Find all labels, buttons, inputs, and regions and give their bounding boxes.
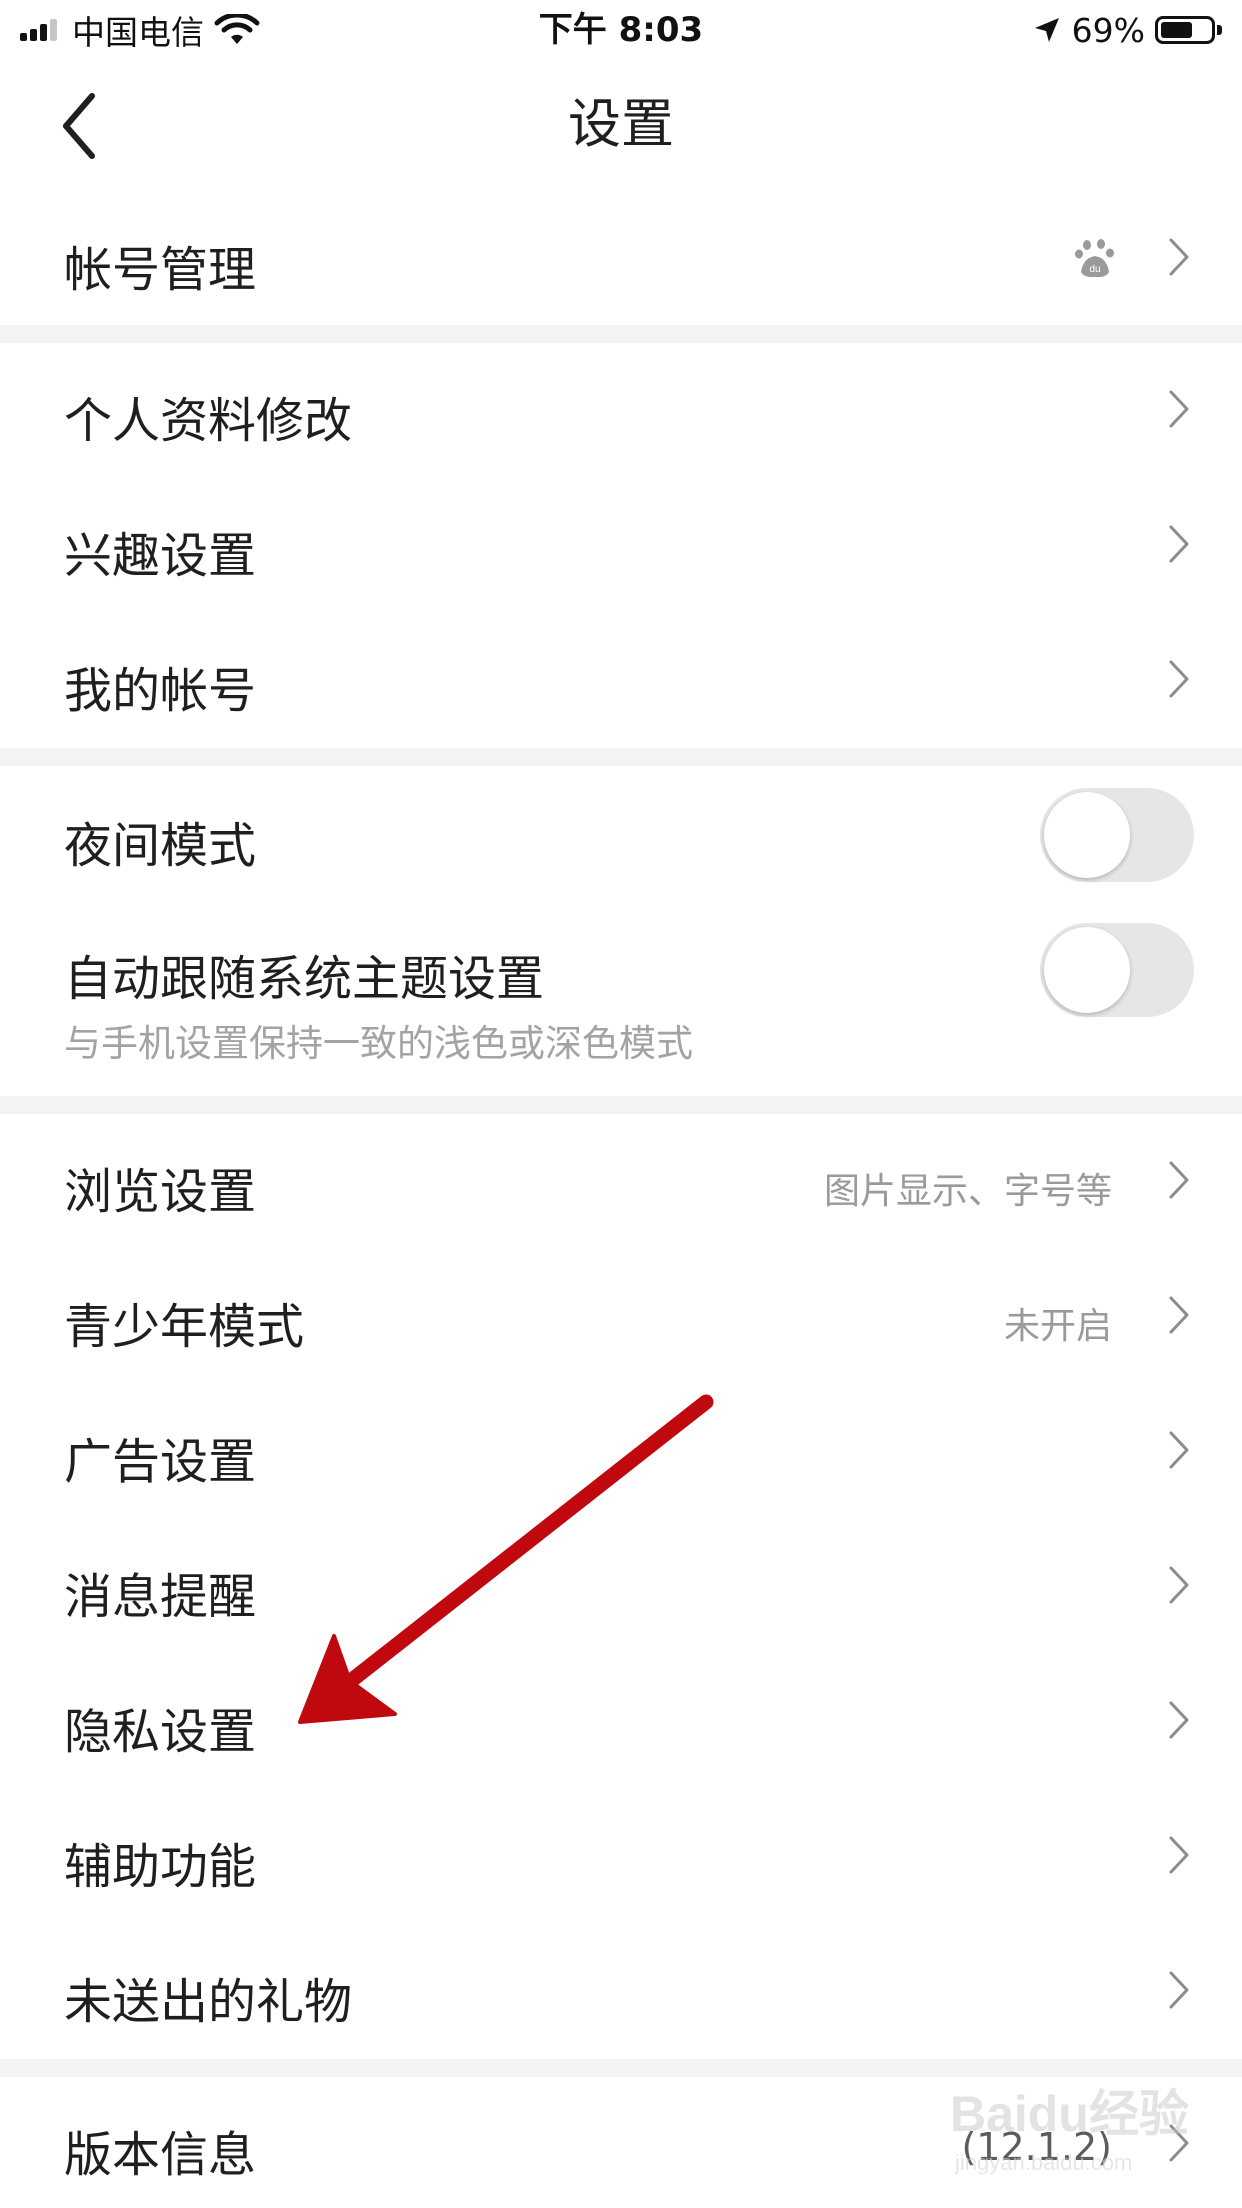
- row-label: 帐号管理: [64, 242, 257, 298]
- row-sublabel: 与手机设置保持一致的浅色或深色模式: [64, 1022, 693, 1065]
- row-label: 自动跟随系统主题设置: [64, 951, 545, 1007]
- row-hint: 图片显示、字号等: [823, 1171, 1112, 1212]
- row-label: 夜间模式: [64, 818, 257, 874]
- chevron-right-icon: [1169, 1296, 1189, 1334]
- svg-text:du: du: [1089, 264, 1100, 275]
- row-accessibility[interactable]: 辅助功能: [0, 1789, 1242, 1924]
- chevron-right-icon: [1169, 1701, 1189, 1739]
- account-section: 帐号管理 du: [0, 190, 1242, 325]
- chevron-right-icon: [1169, 660, 1189, 698]
- nav-bar: 设置: [0, 60, 1242, 190]
- row-label: 消息提醒: [64, 1569, 257, 1625]
- section-divider: [0, 1096, 1242, 1114]
- row-night-mode: 夜间模式: [0, 766, 1242, 901]
- row-label: 辅助功能: [64, 1839, 257, 1895]
- row-unsent-gifts[interactable]: 未送出的礼物: [0, 1924, 1242, 2059]
- toggle-knob: [1044, 927, 1130, 1013]
- baidu-paw-icon: du: [1075, 239, 1114, 278]
- row-label: 我的帐号: [64, 663, 257, 719]
- row-interest-settings[interactable]: 兴趣设置: [0, 478, 1242, 613]
- display-section: 夜间模式 自动跟随系统主题设置 与手机设置保持一致的浅色或深色模式: [0, 766, 1242, 1096]
- row-my-account[interactable]: 我的帐号: [0, 613, 1242, 748]
- follow-system-toggle[interactable]: [1040, 923, 1194, 1017]
- chevron-right-icon: [1169, 1971, 1189, 2009]
- night-mode-toggle[interactable]: [1040, 788, 1194, 882]
- chevron-right-icon: [1169, 2124, 1189, 2162]
- section-divider: [0, 748, 1242, 766]
- row-label: 未送出的礼物: [64, 1974, 353, 2030]
- general-section: 浏览设置 图片显示、字号等 青少年模式 未开启 广告设置 消息提醒 隐私设置 辅…: [0, 1114, 1242, 2059]
- battery-icon: [1155, 16, 1215, 44]
- row-label: 浏览设置: [64, 1164, 257, 1220]
- row-browse-settings[interactable]: 浏览设置 图片显示、字号等: [0, 1114, 1242, 1249]
- status-bar: 中国电信 下午 8:03 69%: [0, 0, 1242, 60]
- row-version-info[interactable]: 版本信息 (12.1.2): [0, 2077, 1242, 2208]
- row-profile-edit[interactable]: 个人资料修改: [0, 343, 1242, 478]
- version-section: 版本信息 (12.1.2): [0, 2077, 1242, 2208]
- row-label: 版本信息: [64, 2127, 257, 2183]
- row-ad-settings[interactable]: 广告设置: [0, 1384, 1242, 1519]
- location-arrow-icon: [1034, 18, 1059, 42]
- section-divider: [0, 325, 1242, 343]
- chevron-right-icon: [1169, 1836, 1189, 1874]
- row-label: 个人资料修改: [64, 393, 353, 449]
- chevron-right-icon: [1169, 238, 1189, 276]
- row-hint: 未开启: [1003, 1306, 1112, 1347]
- chevron-right-icon: [1169, 525, 1189, 563]
- row-privacy-settings[interactable]: 隐私设置: [0, 1654, 1242, 1789]
- row-label: 隐私设置: [64, 1704, 257, 1760]
- chevron-right-icon: [1169, 1566, 1189, 1604]
- battery-cap: [1217, 25, 1222, 35]
- row-teen-mode[interactable]: 青少年模式 未开启: [0, 1249, 1242, 1384]
- row-notifications[interactable]: 消息提醒: [0, 1519, 1242, 1654]
- battery-fill: [1161, 22, 1193, 38]
- chevron-right-icon: [1169, 390, 1189, 428]
- row-follow-system-theme: 自动跟随系统主题设置 与手机设置保持一致的浅色或深色模式: [0, 901, 1242, 1096]
- profile-section: 个人资料修改 兴趣设置 我的帐号: [0, 343, 1242, 748]
- chevron-right-icon: [1169, 1161, 1189, 1199]
- section-divider: [0, 2059, 1242, 2077]
- chevron-right-icon: [1169, 1431, 1189, 1469]
- row-label: 兴趣设置: [64, 528, 257, 584]
- battery-percent: 69%: [1071, 10, 1145, 50]
- row-account-management[interactable]: 帐号管理 du: [0, 190, 1242, 325]
- status-right: 69%: [1032, 6, 1222, 54]
- version-value: (12.1.2): [961, 2125, 1112, 2169]
- row-label: 广告设置: [64, 1434, 257, 1490]
- page-title: 设置: [568, 94, 674, 155]
- toggle-knob: [1044, 792, 1130, 878]
- row-label: 青少年模式: [64, 1299, 305, 1355]
